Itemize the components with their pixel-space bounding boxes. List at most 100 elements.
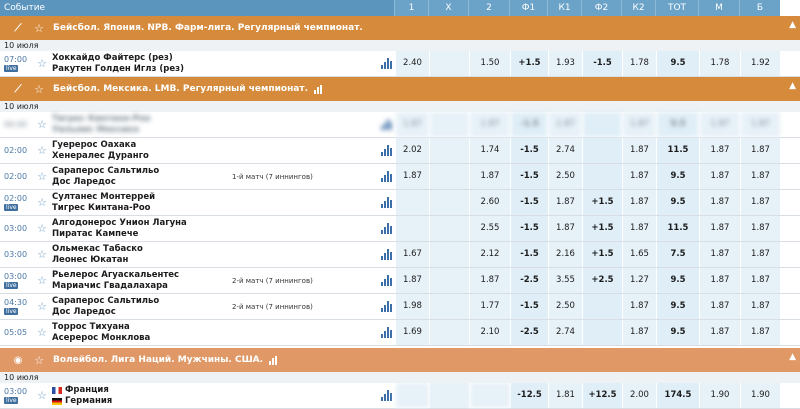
odd-2[interactable]: 1.50 bbox=[469, 51, 510, 76]
odd-1[interactable]: 1.87 bbox=[395, 164, 429, 189]
team-1[interactable]: Франция bbox=[65, 385, 109, 396]
odd-2[interactable]: 1.87 bbox=[469, 164, 510, 189]
odd-x[interactable] bbox=[429, 164, 469, 189]
team-1[interactable]: Рьелерос Агуаскальентес bbox=[52, 270, 232, 281]
table-row[interactable]: 03:00 live ☆ Рьелерос Агуаскальентес Мариачи… bbox=[0, 268, 800, 294]
odd-k2[interactable]: 1.27 bbox=[622, 268, 656, 293]
header-col-f1[interactable]: Ф1 bbox=[510, 0, 548, 16]
odd-k1[interactable]: 1.87 bbox=[548, 112, 582, 137]
odd-under[interactable]: 1.87 bbox=[699, 138, 740, 163]
odd-k1[interactable]: 2.74 bbox=[548, 320, 582, 345]
odd-1[interactable] bbox=[395, 190, 429, 215]
odd-k1[interactable]: 1.93 bbox=[548, 51, 582, 76]
odd-1[interactable]: 2.40 bbox=[395, 51, 429, 76]
stats-icon[interactable] bbox=[378, 190, 395, 215]
team-2[interactable]: Асерерос Монклова bbox=[52, 333, 232, 344]
team-2[interactable]: Дос Ларедос bbox=[52, 177, 232, 188]
table-row[interactable]: 02:00 ☆ Сарaперос Сальтильо Дос Ларедос 1-й … bbox=[0, 164, 800, 190]
odd-over[interactable]: 1.87 bbox=[740, 320, 780, 345]
odd-under[interactable]: 1.87 bbox=[699, 320, 740, 345]
header-col-k2[interactable]: К2 bbox=[622, 0, 656, 16]
odd-k2[interactable]: 1.87 bbox=[622, 216, 656, 241]
odd-under[interactable]: 1.90 bbox=[699, 383, 740, 408]
odd-k1[interactable]: 1.87 bbox=[548, 216, 582, 241]
odd-1[interactable]: 1.98 bbox=[395, 294, 429, 319]
star-icon[interactable]: ☆ bbox=[32, 216, 52, 241]
team-1[interactable]: Тигрес Кинтана-Роо bbox=[52, 114, 232, 125]
table-row[interactable]: 07:00 live ☆ Хоккайдо Файтерс (рез) Ракут… bbox=[0, 51, 800, 77]
odd-under[interactable]: 1.87 bbox=[699, 242, 740, 267]
odd-k1[interactable]: 2.16 bbox=[548, 242, 582, 267]
stats-icon[interactable] bbox=[378, 51, 395, 76]
team-2[interactable]: Тигрес Кинтана-Роо bbox=[52, 203, 232, 214]
odd-2[interactable]: 2.55 bbox=[469, 216, 510, 241]
team-1[interactable]: Торрос Тихуана bbox=[52, 322, 232, 333]
odd-k2[interactable]: 1.65 bbox=[622, 242, 656, 267]
team-2[interactable]: Германия bbox=[65, 396, 112, 407]
odd-x[interactable] bbox=[429, 51, 469, 76]
star-icon[interactable]: ☆ bbox=[32, 51, 52, 76]
odd-over[interactable]: 1.87 bbox=[740, 112, 780, 137]
table-row[interactable]: 00:00 ☆ Тигрес Кинтана-Роо Уильямс Мексико 1… bbox=[0, 112, 800, 138]
team-2[interactable]: Мариачис Гвадалахара bbox=[52, 281, 232, 292]
odd-k1[interactable]: 1.87 bbox=[548, 190, 582, 215]
odd-under[interactable]: 1.87 bbox=[699, 190, 740, 215]
team-1[interactable]: Сарaперос Сальтильо bbox=[52, 166, 232, 177]
star-icon[interactable]: ☆ bbox=[32, 138, 52, 163]
odd-x[interactable] bbox=[429, 320, 469, 345]
team-1[interactable]: Гуерерос Оахака bbox=[52, 140, 232, 151]
odd-2[interactable]: 1.74 bbox=[469, 138, 510, 163]
section-header[interactable]: ◉ ☆ Волейбол. Лига Наций. Мужчины. США. … bbox=[0, 348, 800, 372]
odd-over[interactable]: 1.92 bbox=[740, 51, 780, 76]
live-badge[interactable]: live bbox=[4, 397, 18, 404]
odd-under[interactable]: 1.87 bbox=[699, 164, 740, 189]
odd-k1[interactable]: 1.81 bbox=[548, 383, 582, 408]
odd-k2[interactable]: 1.87 bbox=[622, 190, 656, 215]
odd-k1[interactable]: 2.74 bbox=[548, 138, 582, 163]
team-1[interactable]: Сарaперос Сальтильо bbox=[52, 296, 232, 307]
star-icon[interactable]: ☆ bbox=[32, 294, 52, 319]
table-row[interactable]: 02:00 ☆ Гуерерос Оахака Хенералес Дуранго 2.… bbox=[0, 138, 800, 164]
odd-1[interactable]: 1.87 bbox=[395, 268, 429, 293]
stats-icon[interactable] bbox=[269, 355, 278, 365]
odd-k2[interactable]: 2.00 bbox=[622, 383, 656, 408]
stats-icon[interactable] bbox=[378, 138, 395, 163]
odd-x[interactable] bbox=[429, 138, 469, 163]
star-icon[interactable]: ☆ bbox=[33, 22, 45, 35]
table-row[interactable]: 03:00 ☆ Ольмекас Табаско Леонес Юкатан 1.67 2… bbox=[0, 242, 800, 268]
odd-over[interactable]: 1.87 bbox=[740, 242, 780, 267]
table-row[interactable]: 04:30 live ☆ Сарaперос Сальтильо Дос Ларедос… bbox=[0, 294, 800, 320]
odd-2[interactable]: 1.87 bbox=[469, 268, 510, 293]
live-badge[interactable]: live bbox=[4, 282, 18, 289]
header-col-1[interactable]: 1 bbox=[395, 0, 429, 16]
team-2[interactable]: Леонес Юкатан bbox=[52, 255, 232, 266]
team-2[interactable]: Уильямс Мексико bbox=[52, 125, 232, 136]
odd-x[interactable] bbox=[429, 242, 469, 267]
odd-x[interactable] bbox=[429, 190, 469, 215]
odd-1[interactable] bbox=[395, 383, 429, 408]
star-icon[interactable]: ☆ bbox=[32, 383, 52, 408]
stats-icon[interactable] bbox=[378, 216, 395, 241]
odd-k1[interactable]: 2.50 bbox=[548, 294, 582, 319]
odd-x[interactable] bbox=[429, 216, 469, 241]
table-row[interactable]: 03:00 ☆ Алгодонерос Унион Лагуна Пиратас Ка… bbox=[0, 216, 800, 242]
odd-over[interactable]: 1.87 bbox=[740, 164, 780, 189]
odd-1[interactable] bbox=[395, 216, 429, 241]
chevron-up-icon[interactable]: ▲ bbox=[789, 352, 796, 362]
odd-1[interactable]: 1.87 bbox=[395, 112, 429, 137]
team-2[interactable]: Дос Ларедос bbox=[52, 307, 232, 318]
odd-k2[interactable]: 1.87 bbox=[622, 294, 656, 319]
odd-under[interactable]: 1.78 bbox=[699, 51, 740, 76]
odd-over[interactable]: 1.87 bbox=[740, 190, 780, 215]
odd-2[interactable] bbox=[469, 383, 510, 408]
star-icon[interactable]: ☆ bbox=[33, 83, 45, 96]
team-1[interactable]: Хоккайдо Файтерс (рез) bbox=[52, 53, 232, 64]
odd-under[interactable]: 1.87 bbox=[699, 112, 740, 137]
star-icon[interactable]: ☆ bbox=[32, 190, 52, 215]
odd-under[interactable]: 1.87 bbox=[699, 216, 740, 241]
odd-k1[interactable]: 2.50 bbox=[548, 164, 582, 189]
odd-k2[interactable]: 1.87 bbox=[622, 164, 656, 189]
odd-k1[interactable]: 3.55 bbox=[548, 268, 582, 293]
star-icon[interactable]: ☆ bbox=[32, 320, 52, 345]
star-icon[interactable]: ☆ bbox=[32, 268, 52, 293]
